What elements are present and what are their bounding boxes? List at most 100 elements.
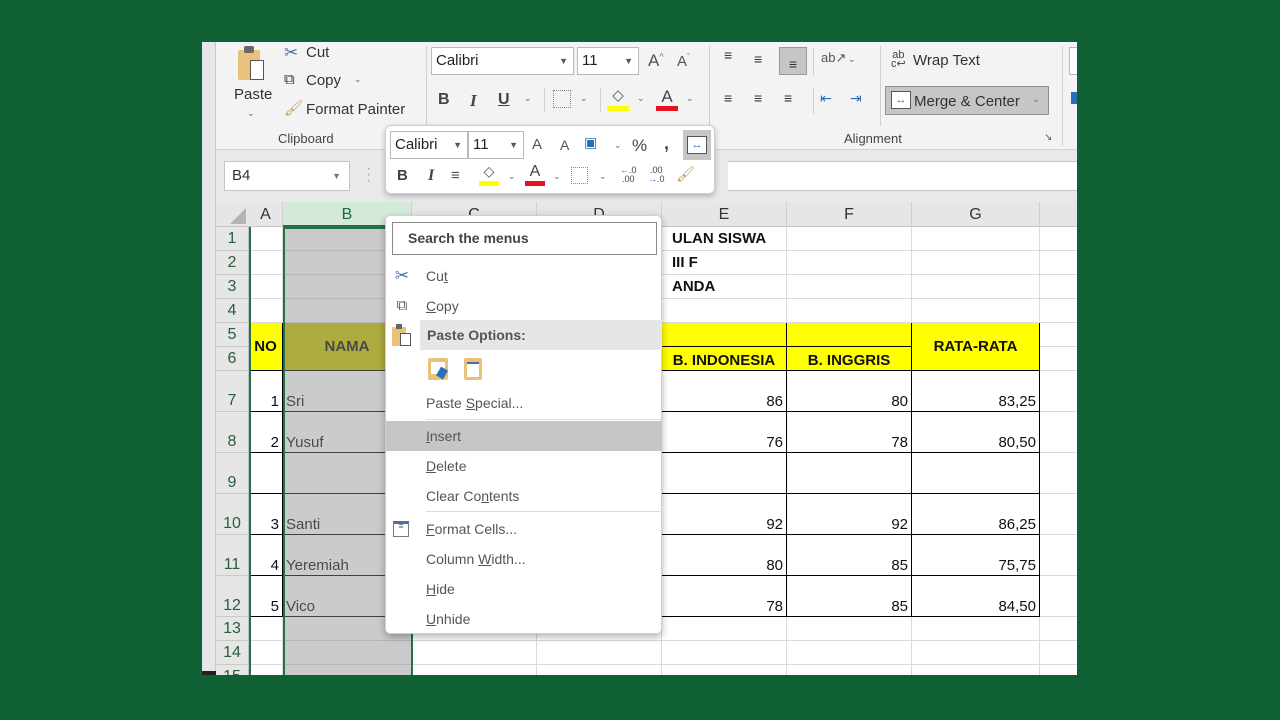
formula-bar-grip[interactable]: · · ·: [366, 161, 371, 189]
search-menus-input[interactable]: Search the menus: [392, 222, 657, 255]
cell-no[interactable]: 2: [249, 412, 283, 453]
cell-b-indonesia[interactable]: [662, 453, 787, 494]
paste-formatting-option-icon[interactable]: [428, 358, 448, 380]
accounting-format-icon[interactable]: ▣: [584, 135, 597, 149]
cell-b-inggris[interactable]: 85: [787, 576, 912, 617]
merge-center-button[interactable]: ↔ Merge & Center ⌄: [885, 86, 1049, 115]
format-painter-button[interactable]: 🖌 Format Painter: [282, 99, 412, 121]
decrease-decimal-icon[interactable]: .00 →.0: [648, 166, 665, 184]
mini-font-name-dropdown[interactable]: Calibri ▼: [390, 131, 468, 159]
row-header-6[interactable]: 6: [216, 347, 249, 371]
fill-color-dropdown-chevron[interactable]: ⌄: [508, 171, 516, 182]
cell-b-inggris[interactable]: 78: [787, 412, 912, 453]
menu-item-column-width[interactable]: Column Width...: [386, 544, 663, 574]
alignment-dialog-launcher-icon[interactable]: ↘: [1044, 133, 1052, 143]
accounting-format-dropdown-chevron[interactable]: ⌄: [614, 140, 622, 151]
name-box[interactable]: B4 ▼: [224, 161, 350, 191]
menu-item-clear-contents[interactable]: Clear Contents: [386, 481, 663, 511]
align-center-icon[interactable]: ≡: [754, 91, 762, 105]
cell-b-inggris[interactable]: 80: [787, 371, 912, 412]
cell-b-indonesia[interactable]: 86: [662, 371, 787, 412]
cell-E14[interactable]: [662, 641, 787, 665]
cell-rata-rata[interactable]: 80,50: [912, 412, 1040, 453]
row-header-5[interactable]: 5: [216, 323, 249, 347]
mini-bold-button[interactable]: B: [397, 168, 408, 183]
header-no[interactable]: NO: [249, 323, 283, 371]
italic-button[interactable]: I: [470, 92, 477, 109]
cell-rata-rata[interactable]: 75,75: [912, 535, 1040, 576]
cell-H5[interactable]: [1040, 323, 1077, 347]
middle-align-icon[interactable]: ≡: [754, 52, 762, 66]
row-header-10[interactable]: 10: [216, 494, 249, 535]
cell-H13[interactable]: [1040, 617, 1077, 641]
row-header-9[interactable]: 9: [216, 453, 249, 494]
cell-rata-rata[interactable]: 86,25: [912, 494, 1040, 535]
menu-item-copy[interactable]: ⧉ Copy: [386, 291, 663, 321]
format-painter-icon[interactable]: 🖌: [676, 167, 695, 182]
number-format-dropdown-partial[interactable]: [1069, 47, 1077, 75]
font-size-dropdown[interactable]: 11 ▼: [577, 47, 639, 75]
cell-rata-rata[interactable]: [912, 453, 1040, 494]
paste-dropdown-chevron[interactable]: ⌄: [247, 108, 255, 119]
cell-A1[interactable]: [249, 227, 283, 251]
cell-H8[interactable]: [1040, 412, 1077, 453]
row-header-7[interactable]: 7: [216, 371, 249, 412]
cell-E13[interactable]: [662, 617, 787, 641]
cell-G2[interactable]: [912, 251, 1040, 275]
menu-item-delete[interactable]: Delete: [386, 451, 663, 481]
cell-H11[interactable]: [1040, 535, 1077, 576]
copy-dropdown-chevron[interactable]: ⌄: [354, 74, 362, 85]
percent-style-button[interactable]: %: [632, 137, 647, 154]
merge-center-button[interactable]: ↔: [683, 130, 711, 160]
row-header-3[interactable]: 3: [216, 275, 249, 299]
cell-C14[interactable]: [412, 641, 537, 665]
header-e-top[interactable]: [662, 323, 787, 347]
orientation-dropdown-chevron[interactable]: ⌄: [848, 54, 856, 65]
column-header-e[interactable]: E: [662, 202, 787, 227]
cell-A4[interactable]: [249, 299, 283, 323]
borders-dropdown-chevron[interactable]: ⌄: [599, 171, 607, 182]
underline-dropdown-chevron[interactable]: ⌄: [524, 93, 532, 104]
cell-rata-rata[interactable]: 83,25: [912, 371, 1040, 412]
cell-H1[interactable]: [1040, 227, 1077, 251]
row-header-1[interactable]: 1: [216, 227, 249, 251]
decrease-indent-icon[interactable]: ⇤: [820, 91, 832, 105]
paste-button[interactable]: Paste ⌄: [230, 44, 274, 120]
row-header-8[interactable]: 8: [216, 412, 249, 453]
merge-center-dropdown-chevron[interactable]: ⌄: [1032, 94, 1040, 105]
underline-button[interactable]: U: [498, 92, 510, 108]
row-header-12[interactable]: 12: [216, 576, 249, 617]
cell-H14[interactable]: [1040, 641, 1077, 665]
row-header-2[interactable]: 2: [216, 251, 249, 275]
menu-item-format-cells[interactable]: ≡ Format Cells...: [386, 514, 663, 544]
header-b-indonesia[interactable]: B. INDONESIA: [662, 347, 787, 371]
column-header-g[interactable]: G: [912, 202, 1040, 227]
align-left-icon[interactable]: ≡: [724, 91, 732, 105]
cell-H9[interactable]: [1040, 453, 1077, 494]
copy-button[interactable]: ⧉ Copy ⌄: [282, 70, 372, 92]
row-header-13[interactable]: 13: [216, 617, 249, 641]
menu-item-unhide[interactable]: Unhide: [386, 604, 663, 634]
decrease-font-size-icon[interactable]: A: [560, 138, 569, 152]
accounting-format-icon-partial[interactable]: [1071, 92, 1077, 104]
cell-b-indonesia[interactable]: 92: [662, 494, 787, 535]
fill-color-dropdown-chevron[interactable]: ⌄: [637, 93, 645, 104]
cell-A14[interactable]: [249, 641, 283, 665]
bold-button[interactable]: B: [438, 92, 450, 108]
formula-input[interactable]: [728, 161, 1077, 191]
cell-no[interactable]: [249, 453, 283, 494]
cell-G4[interactable]: [912, 299, 1040, 323]
cell-D14[interactable]: [537, 641, 662, 665]
title-line-1[interactable]: ULAN SISWA: [662, 227, 912, 251]
menu-item-hide[interactable]: Hide: [386, 574, 663, 604]
header-rata-rata[interactable]: RATA-RATA: [912, 323, 1040, 371]
bottom-align-icon[interactable]: ≡: [779, 47, 807, 75]
cut-button[interactable]: ✂ Cut: [282, 42, 362, 64]
increase-decimal-icon[interactable]: ←.0.00: [620, 166, 637, 184]
cell-G1[interactable]: [912, 227, 1040, 251]
column-header-f[interactable]: F: [787, 202, 912, 227]
cell-b-inggris[interactable]: 92: [787, 494, 912, 535]
font-color-icon[interactable]: A: [656, 88, 678, 111]
paste-option-icon[interactable]: [464, 358, 482, 380]
increase-font-size-icon[interactable]: A: [532, 137, 542, 152]
